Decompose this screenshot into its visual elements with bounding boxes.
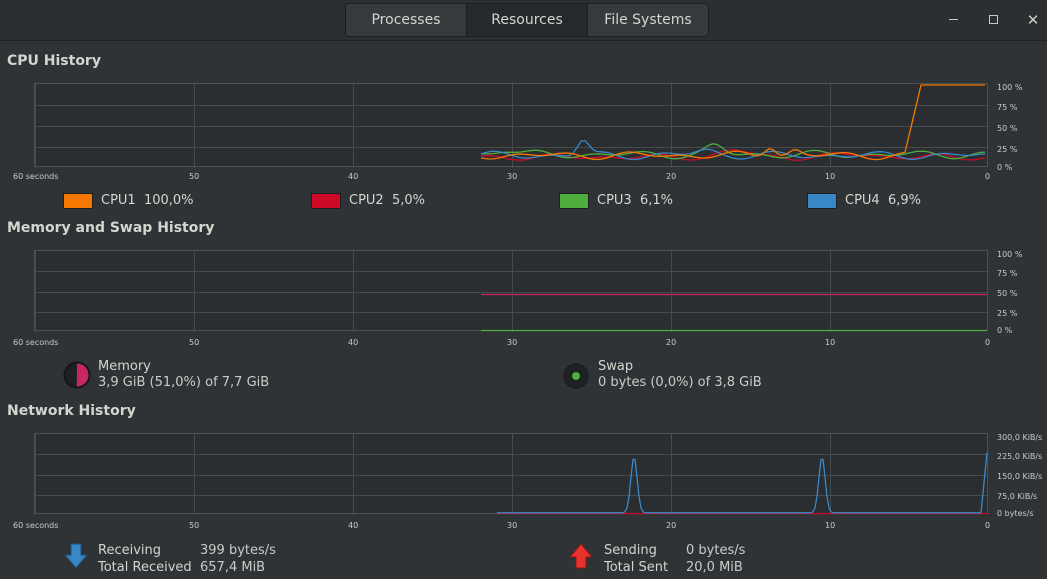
x-tick: 50 bbox=[189, 172, 200, 181]
cpu2-color-button[interactable] bbox=[311, 193, 341, 209]
maximize-icon bbox=[988, 15, 998, 24]
memory-history-plot bbox=[35, 251, 989, 332]
cpu-y-tick: 0 % bbox=[997, 163, 1013, 172]
memory-y-tick: 0 % bbox=[997, 326, 1013, 335]
cpu4-value: 6,9% bbox=[887, 193, 921, 208]
tab-file-systems[interactable]: File Systems bbox=[588, 4, 708, 36]
swap-pie-icon[interactable] bbox=[562, 362, 590, 390]
x-tick: 20 bbox=[666, 172, 677, 181]
view-switcher: Processes Resources File Systems bbox=[345, 3, 709, 37]
x-tick: 40 bbox=[348, 338, 359, 347]
memory-y-tick: 25 % bbox=[997, 309, 1018, 318]
x-tick: 0 bbox=[985, 338, 991, 347]
sending-arrow-icon[interactable] bbox=[568, 542, 594, 570]
memory-pie-icon[interactable] bbox=[62, 360, 92, 390]
x-axis-start-label: 60 seconds bbox=[13, 521, 59, 530]
x-tick: 40 bbox=[348, 521, 359, 530]
receiving-value: 399 bytes/s bbox=[200, 543, 276, 558]
tab-processes[interactable]: Processes bbox=[346, 4, 467, 36]
x-tick: 50 bbox=[189, 338, 200, 347]
x-tick: 0 bbox=[985, 172, 991, 181]
cpu4-legend: CPU4 6,9% bbox=[845, 193, 921, 208]
close-button[interactable]: ✕ bbox=[1023, 10, 1043, 30]
x-tick: 20 bbox=[666, 338, 677, 347]
x-tick: 30 bbox=[507, 172, 518, 181]
cpu4-label: CPU4 bbox=[845, 193, 880, 208]
cpu3-color-button[interactable] bbox=[559, 193, 589, 209]
cpu-history-graph bbox=[34, 83, 989, 168]
swap-label: Swap bbox=[598, 359, 634, 374]
network-history-plot bbox=[35, 434, 989, 515]
cpu-y-tick: 100 % bbox=[997, 83, 1023, 92]
memory-history-title: Memory and Swap History bbox=[7, 220, 215, 236]
x-tick: 50 bbox=[189, 521, 200, 530]
cpu-y-tick: 25 % bbox=[997, 145, 1018, 154]
sending-info: Sending 0 bytes/s Total Sent 20,0 MiB bbox=[604, 542, 745, 576]
cpu1-color-button[interactable] bbox=[63, 193, 93, 209]
maximize-button[interactable] bbox=[983, 10, 1003, 30]
x-axis-start-label: 60 seconds bbox=[13, 338, 59, 347]
cpu2-legend: CPU2 5,0% bbox=[349, 193, 425, 208]
minimize-icon bbox=[948, 19, 958, 20]
receiving-info: Receiving 399 bytes/s Total Received 657,4… bbox=[98, 542, 276, 576]
x-axis-start-label: 60 seconds bbox=[13, 172, 59, 181]
cpu4-color-button[interactable] bbox=[807, 193, 837, 209]
total-sent-label: Total Sent bbox=[604, 560, 669, 575]
x-tick: 0 bbox=[985, 521, 991, 530]
close-icon: ✕ bbox=[1026, 11, 1040, 29]
total-received-label: Total Received bbox=[98, 560, 192, 575]
x-tick: 10 bbox=[825, 521, 836, 530]
x-tick: 20 bbox=[666, 521, 677, 530]
network-y-tick: 75,0 KiB/s bbox=[997, 492, 1038, 501]
memory-info: Memory 3,9 GiB (51,0%) of 7,7 GiB bbox=[98, 359, 269, 390]
x-tick: 10 bbox=[825, 172, 836, 181]
tab-resources[interactable]: Resources bbox=[467, 4, 588, 36]
cpu3-legend: CPU3 6,1% bbox=[597, 193, 673, 208]
swap-value: 0 bytes (0,0%) of 3,8 GiB bbox=[598, 375, 762, 390]
memory-history-graph bbox=[34, 250, 989, 332]
sending-value: 0 bytes/s bbox=[686, 543, 746, 558]
x-tick: 30 bbox=[507, 338, 518, 347]
memory-y-tick: 75 % bbox=[997, 269, 1018, 278]
cpu-y-tick: 75 % bbox=[997, 103, 1018, 112]
header-bar: Processes Resources File Systems ✕ bbox=[0, 0, 1047, 41]
cpu1-legend: CPU1 100,0% bbox=[101, 193, 194, 208]
network-y-tick: 150,0 KiB/s bbox=[997, 472, 1043, 481]
cpu1-value: 100,0% bbox=[143, 193, 194, 208]
total-sent-value: 20,0 MiB bbox=[686, 560, 743, 575]
network-y-tick: 300,0 KiB/s bbox=[997, 433, 1043, 442]
x-tick: 10 bbox=[825, 338, 836, 347]
network-y-tick: 225,0 KiB/s bbox=[997, 452, 1043, 461]
cpu2-label: CPU2 bbox=[349, 193, 384, 208]
cpu-y-tick: 50 % bbox=[997, 124, 1018, 133]
memory-label: Memory bbox=[98, 359, 151, 374]
cpu-history-title: CPU History bbox=[7, 53, 101, 69]
network-y-tick: 0 bytes/s bbox=[997, 509, 1034, 518]
cpu3-label: CPU3 bbox=[597, 193, 632, 208]
memory-y-tick: 50 % bbox=[997, 289, 1018, 298]
cpu1-label: CPU1 bbox=[101, 193, 136, 208]
network-history-title: Network History bbox=[7, 403, 136, 419]
cpu-history-plot bbox=[35, 84, 989, 168]
total-received-value: 657,4 MiB bbox=[200, 560, 266, 575]
swap-info: Swap 0 bytes (0,0%) of 3,8 GiB bbox=[598, 359, 762, 390]
receiving-label: Receiving bbox=[98, 543, 162, 558]
cpu2-value: 5,0% bbox=[391, 193, 425, 208]
x-tick: 30 bbox=[507, 521, 518, 530]
cpu3-value: 6,1% bbox=[639, 193, 673, 208]
receiving-line bbox=[497, 452, 988, 514]
receiving-arrow-icon[interactable] bbox=[63, 542, 89, 570]
memory-y-tick: 100 % bbox=[997, 250, 1023, 259]
minimize-button[interactable] bbox=[943, 10, 963, 30]
network-history-graph bbox=[34, 433, 989, 515]
memory-value: 3,9 GiB (51,0%) of 7,7 GiB bbox=[98, 375, 270, 390]
sending-label: Sending bbox=[604, 543, 657, 558]
x-tick: 40 bbox=[348, 172, 359, 181]
cpu1-line bbox=[480, 84, 985, 161]
